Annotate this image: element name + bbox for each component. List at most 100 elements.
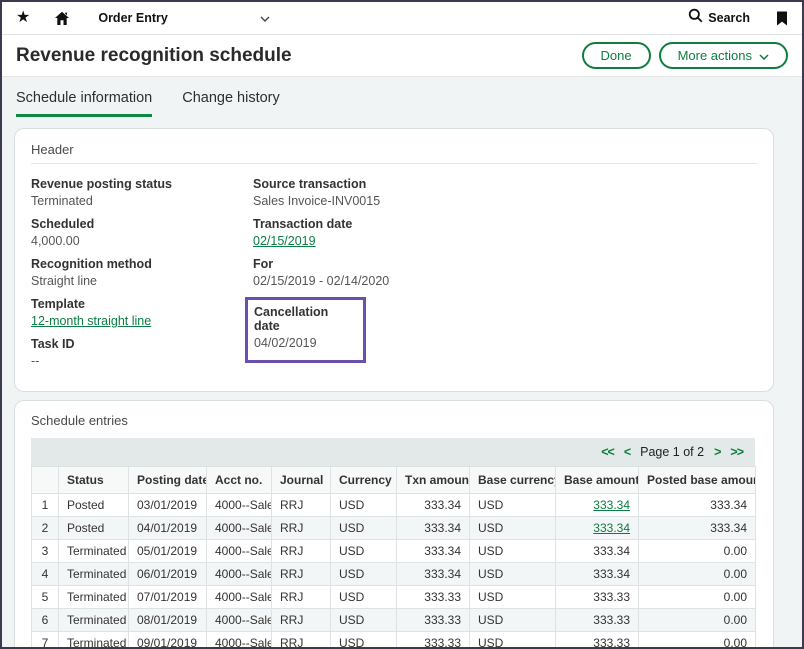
cell-acct-no: 4000--Sales	[207, 563, 272, 586]
field-label: Cancellation date	[254, 305, 357, 333]
schedule-entries-table: StatusPosting dateAcct no.JournalCurrenc…	[31, 466, 756, 649]
column-header-journal: Journal	[272, 467, 331, 494]
cell-base-currency: USD	[470, 494, 556, 517]
cell-posted-base-amount: 333.34	[639, 494, 756, 517]
cell-journal: RRJ	[272, 494, 331, 517]
cell-base-amount: 333.34	[556, 517, 639, 540]
field-label: Transaction date	[253, 217, 583, 231]
cell-base-amount: 333.33	[556, 609, 639, 632]
header-section-title: Header	[31, 142, 757, 164]
pagination-bar: << < Page 1 of 2 > >>	[31, 438, 755, 466]
schedule-entries-section: Schedule entries << < Page 1 of 2 > >> S…	[14, 400, 774, 649]
cell-posting-date: 08/01/2019	[129, 609, 207, 632]
template-link[interactable]: 12-month straight line	[31, 314, 151, 328]
favorite-star-icon[interactable]: ★	[16, 10, 30, 26]
cell-currency: USD	[331, 586, 397, 609]
column-header-base-amount: Base amount	[556, 467, 639, 494]
column-header-acct-no-: Acct no.	[207, 467, 272, 494]
top-navigation-bar: ★ Order Entry Search	[2, 2, 802, 35]
field-label: Task ID	[31, 337, 253, 351]
cancellation-date-annotation-box: Cancellation date 04/02/2019	[245, 297, 366, 363]
cell-base-amount: 333.33	[556, 632, 639, 649]
next-page-button[interactable]: >	[714, 445, 720, 459]
tab-change-history[interactable]: Change history	[182, 90, 280, 117]
header-fields-right-column: Source transaction Sales Invoice-INV0015…	[253, 177, 583, 377]
field-value: 04/02/2019	[254, 336, 357, 350]
field-value: Sales Invoice-INV0015	[253, 194, 583, 208]
bookmark-icon[interactable]	[776, 11, 788, 26]
cell-status: Posted	[59, 517, 129, 540]
prev-page-button[interactable]: <	[624, 445, 630, 459]
cell-base-amount: 333.34	[556, 563, 639, 586]
table-row: 6Terminated08/01/20194000--SalesRRJUSD33…	[32, 609, 756, 632]
cell-posting-date: 05/01/2019	[129, 540, 207, 563]
field-label: Revenue posting status	[31, 177, 253, 191]
cell-journal: RRJ	[272, 609, 331, 632]
cell-base-currency: USD	[470, 586, 556, 609]
cell-status: Posted	[59, 494, 129, 517]
cell-n: 5	[32, 586, 59, 609]
column-header-base-currency: Base currency	[470, 467, 556, 494]
cell-currency: USD	[331, 632, 397, 649]
header-fields: Revenue posting status Terminated Schedu…	[31, 177, 757, 377]
base-amount-link[interactable]: 333.34	[593, 521, 630, 535]
cell-status: Terminated	[59, 609, 129, 632]
cell-currency: USD	[331, 494, 397, 517]
table-row: 4Terminated06/01/20194000--SalesRRJUSD33…	[32, 563, 756, 586]
cell-txn-amount: 333.34	[397, 540, 470, 563]
table-row: 1Posted03/01/20194000--SalesRRJUSD333.34…	[32, 494, 756, 517]
column-header-posting-date: Posting date	[129, 467, 207, 494]
field-cancellation-date: Cancellation date 04/02/2019	[254, 305, 357, 350]
column-header-status: Status	[59, 467, 129, 494]
tab-schedule-information[interactable]: Schedule information	[16, 90, 152, 117]
cell-status: Terminated	[59, 632, 129, 649]
last-page-button[interactable]: >>	[730, 445, 743, 459]
cell-journal: RRJ	[272, 586, 331, 609]
page-indicator: Page 1 of 2	[640, 445, 704, 459]
field-label: Source transaction	[253, 177, 583, 191]
cell-base-currency: USD	[470, 563, 556, 586]
more-actions-button[interactable]: More actions	[659, 42, 788, 69]
field-value: --	[31, 354, 253, 368]
cell-acct-no: 4000--Sales	[207, 540, 272, 563]
cell-posted-base-amount: 0.00	[639, 563, 756, 586]
cell-n: 2	[32, 517, 59, 540]
cell-journal: RRJ	[272, 540, 331, 563]
done-button[interactable]: Done	[582, 42, 651, 69]
base-amount-link[interactable]: 333.34	[593, 498, 630, 512]
cell-status: Terminated	[59, 540, 129, 563]
field-for-period: For 02/15/2019 - 02/14/2020	[253, 257, 583, 288]
app-window: ★ Order Entry Search Revenue recognition…	[0, 0, 804, 649]
chevron-down-icon	[260, 9, 270, 27]
home-icon[interactable]	[54, 11, 70, 26]
cell-acct-no: 4000--Sales	[207, 586, 272, 609]
cell-txn-amount: 333.34	[397, 494, 470, 517]
cell-base-currency: USD	[470, 540, 556, 563]
cell-posting-date: 06/01/2019	[129, 563, 207, 586]
cell-acct-no: 4000--Sales	[207, 494, 272, 517]
field-value: 02/15/2019 - 02/14/2020	[253, 274, 583, 288]
field-recognition-method: Recognition method Straight line	[31, 257, 253, 288]
cell-currency: USD	[331, 563, 397, 586]
cell-journal: RRJ	[272, 632, 331, 649]
cell-currency: USD	[331, 540, 397, 563]
header-fields-left-column: Revenue posting status Terminated Schedu…	[31, 177, 253, 377]
column-header-row-number	[32, 467, 59, 494]
cell-posted-base-amount: 0.00	[639, 632, 756, 649]
first-page-button[interactable]: <<	[601, 445, 614, 459]
transaction-date-link[interactable]: 02/15/2019	[253, 234, 316, 248]
module-selector[interactable]: Order Entry	[98, 9, 270, 27]
field-revenue-posting-status: Revenue posting status Terminated	[31, 177, 253, 208]
cell-acct-no: 4000--Sales	[207, 632, 272, 649]
cell-txn-amount: 333.33	[397, 632, 470, 649]
cell-posting-date: 04/01/2019	[129, 517, 207, 540]
module-selector-label: Order Entry	[98, 11, 167, 25]
cell-currency: USD	[331, 517, 397, 540]
field-task-id: Task ID --	[31, 337, 253, 368]
cell-base-amount: 333.34	[556, 494, 639, 517]
cell-posting-date: 03/01/2019	[129, 494, 207, 517]
table-row: 2Posted04/01/20194000--SalesRRJUSD333.34…	[32, 517, 756, 540]
search-control[interactable]: Search	[688, 8, 750, 28]
cell-base-amount: 333.33	[556, 586, 639, 609]
field-label: Template	[31, 297, 253, 311]
